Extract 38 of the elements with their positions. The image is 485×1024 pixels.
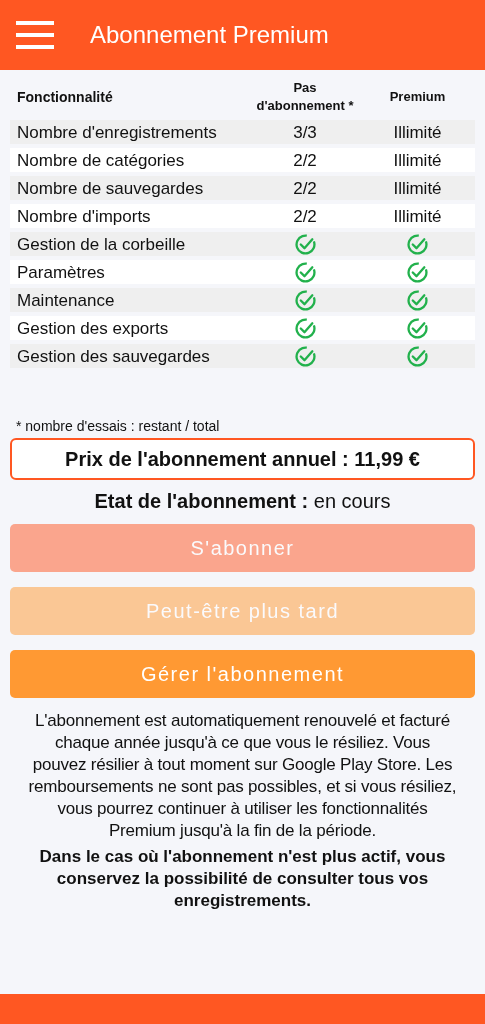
table-cell-text: Paramètres bbox=[17, 262, 105, 284]
column-header: Pas d'abonnement * bbox=[255, 79, 355, 115]
table-cell-text: 2/2 bbox=[293, 178, 317, 200]
table-cell-text: Maintenance bbox=[17, 290, 115, 312]
table-cell-text: 3/3 bbox=[293, 122, 317, 144]
footnote: * nombre d'essais : restant / total bbox=[16, 418, 221, 434]
table-cell-text: Illimité bbox=[393, 178, 442, 200]
table-cell-text: 2/2 bbox=[293, 150, 317, 172]
table-cell-text: Nombre d'enregistrements bbox=[17, 122, 217, 144]
table-cell-text: Illimité bbox=[393, 206, 442, 228]
check-circle-icon bbox=[294, 346, 316, 368]
screen-title: Abonnement Premium bbox=[90, 20, 329, 50]
column-header: Fonctionnalité bbox=[16, 87, 114, 107]
subscription-status: Etat de l'abonnement : en cours bbox=[93, 489, 392, 514]
table-cell-text: Nombre de catégories bbox=[17, 150, 185, 172]
check-circle-icon bbox=[407, 318, 428, 340]
check-circle-icon bbox=[407, 290, 428, 312]
check-circle-icon bbox=[407, 262, 428, 284]
menu-icon[interactable] bbox=[16, 21, 54, 49]
info-paragraph: L'abonnement est automatiquement renouvelé et facturé chaque année jusqu'à ce que vous le résiliez. Vous pouvez résilier à tout moment sur Google Play Store. Les remboursements ne sont pas possibles, et si vous résiliez, vous pourrez continuer à utiliser les fonctionnalités Premium jusqu'à la fin de la période. bbox=[27, 710, 458, 842]
note-paragraph: Dans le cas où l'abonnement n'est plus actif, vous conservez la possibilité de consulter tous vos enregistrements. bbox=[38, 846, 447, 912]
table-cell-text: Nombre de sauvegardes bbox=[17, 178, 204, 200]
check-circle-icon bbox=[294, 262, 316, 284]
action-button[interactable]: Gérer l'abonnement bbox=[10, 650, 475, 698]
column-header: Premium bbox=[388, 88, 447, 106]
check-circle-icon bbox=[407, 346, 428, 368]
check-circle-icon bbox=[407, 234, 428, 256]
table-cell-text: Gestion de la corbeille bbox=[17, 234, 186, 256]
table-cell-text: Illimité bbox=[393, 122, 442, 144]
check-circle-icon bbox=[294, 290, 316, 312]
table-cell-text: Nombre d'imports bbox=[17, 206, 151, 228]
table-cell-text: Illimité bbox=[393, 150, 442, 172]
check-circle-icon bbox=[294, 234, 316, 256]
check-circle-icon bbox=[294, 318, 316, 340]
price-box: Prix de l'abonnement annuel : 11,99 € bbox=[10, 438, 475, 480]
table-cell-text: Gestion des exports bbox=[17, 318, 169, 340]
table-cell-text: 2/2 bbox=[293, 206, 317, 228]
table-cell-text: Gestion des sauvegardes bbox=[17, 346, 210, 368]
